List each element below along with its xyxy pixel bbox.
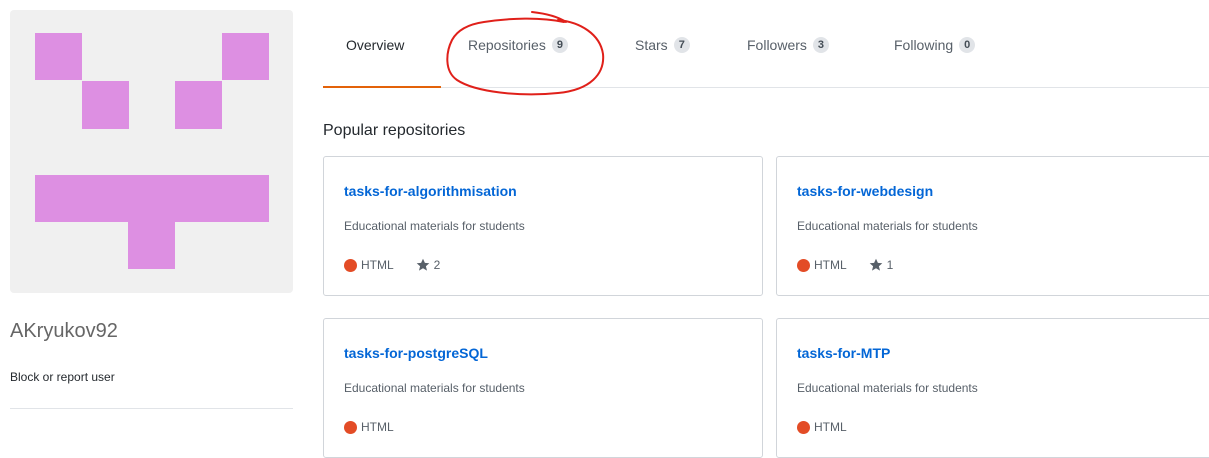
repo-meta: HTML 1: [797, 258, 893, 272]
repo-meta: HTML: [344, 420, 394, 434]
avatar-pixel: [128, 222, 175, 269]
star-icon: [869, 258, 882, 271]
repo-stars-link[interactable]: 2: [416, 258, 441, 272]
avatar-pixel: [35, 33, 82, 80]
tab-count-badge: 9: [551, 37, 568, 53]
repo-name-link[interactable]: tasks-for-postgreSQL: [344, 345, 488, 361]
repo-description: Educational materials for students: [797, 381, 978, 395]
repo-name-link[interactable]: tasks-for-algorithmisation: [344, 183, 517, 199]
profile-username: AKryukov92: [10, 320, 118, 342]
repo-star-count: 2: [433, 258, 441, 272]
avatar[interactable]: [10, 10, 293, 293]
repo-language: HTML: [361, 420, 394, 434]
avatar-pixel: [35, 175, 269, 222]
avatar-pixel: [222, 33, 269, 80]
tab-label: Repositories: [468, 37, 546, 53]
tab-followers[interactable]: Followers 3: [747, 37, 830, 53]
repo-description: Educational materials for students: [344, 381, 525, 395]
repo-name-link[interactable]: tasks-for-MTP: [797, 345, 890, 361]
repo-language: HTML: [361, 258, 394, 272]
tab-repositories[interactable]: Repositories 9: [468, 37, 568, 53]
block-or-report-link[interactable]: Block or report user: [10, 370, 115, 384]
repo-card: tasks-for-algorithmisation Educational m…: [323, 156, 763, 296]
repo-name-link[interactable]: tasks-for-webdesign: [797, 183, 933, 199]
language-color-dot: [344, 420, 357, 434]
repo-card: tasks-for-postgreSQL Educational materia…: [323, 318, 763, 458]
repo-language: HTML: [814, 258, 847, 272]
language-color-dot: [797, 258, 810, 272]
tab-count-badge: 3: [812, 37, 830, 53]
profile-tabs: Overview Repositories 9 Stars 7 Follower…: [323, 0, 1209, 88]
tab-count-badge: 7: [673, 37, 690, 53]
repo-description: Educational materials for students: [797, 219, 978, 233]
tab-label: Followers: [747, 37, 807, 53]
repo-stars-link[interactable]: 1: [869, 258, 894, 272]
avatar-pixel: [175, 81, 222, 129]
popular-repositories-heading: Popular repositories: [323, 122, 466, 139]
language-color-dot: [797, 420, 810, 434]
sidebar-divider: [10, 408, 293, 409]
repo-language: HTML: [814, 420, 847, 434]
tab-following[interactable]: Following 0: [894, 37, 976, 53]
repo-meta: HTML 2: [344, 258, 440, 272]
repo-card: tasks-for-MTP Educational materials for …: [776, 318, 1209, 458]
tab-count-badge: 0: [959, 37, 976, 53]
star-icon: [416, 258, 429, 271]
avatar-pixel: [82, 81, 129, 129]
repo-star-count: 1: [886, 258, 894, 272]
language-color-dot: [344, 258, 357, 272]
repo-card: tasks-for-webdesign Educational material…: [776, 156, 1209, 296]
repo-meta: HTML: [797, 420, 847, 434]
tab-overview[interactable]: Overview: [346, 37, 404, 53]
tab-label: Stars: [635, 37, 668, 53]
repo-description: Educational materials for students: [344, 219, 525, 233]
tab-stars[interactable]: Stars 7: [635, 37, 690, 53]
tab-label: Following: [894, 37, 954, 53]
tab-label: Overview: [346, 37, 405, 53]
selected-tab-underline: [323, 86, 441, 88]
